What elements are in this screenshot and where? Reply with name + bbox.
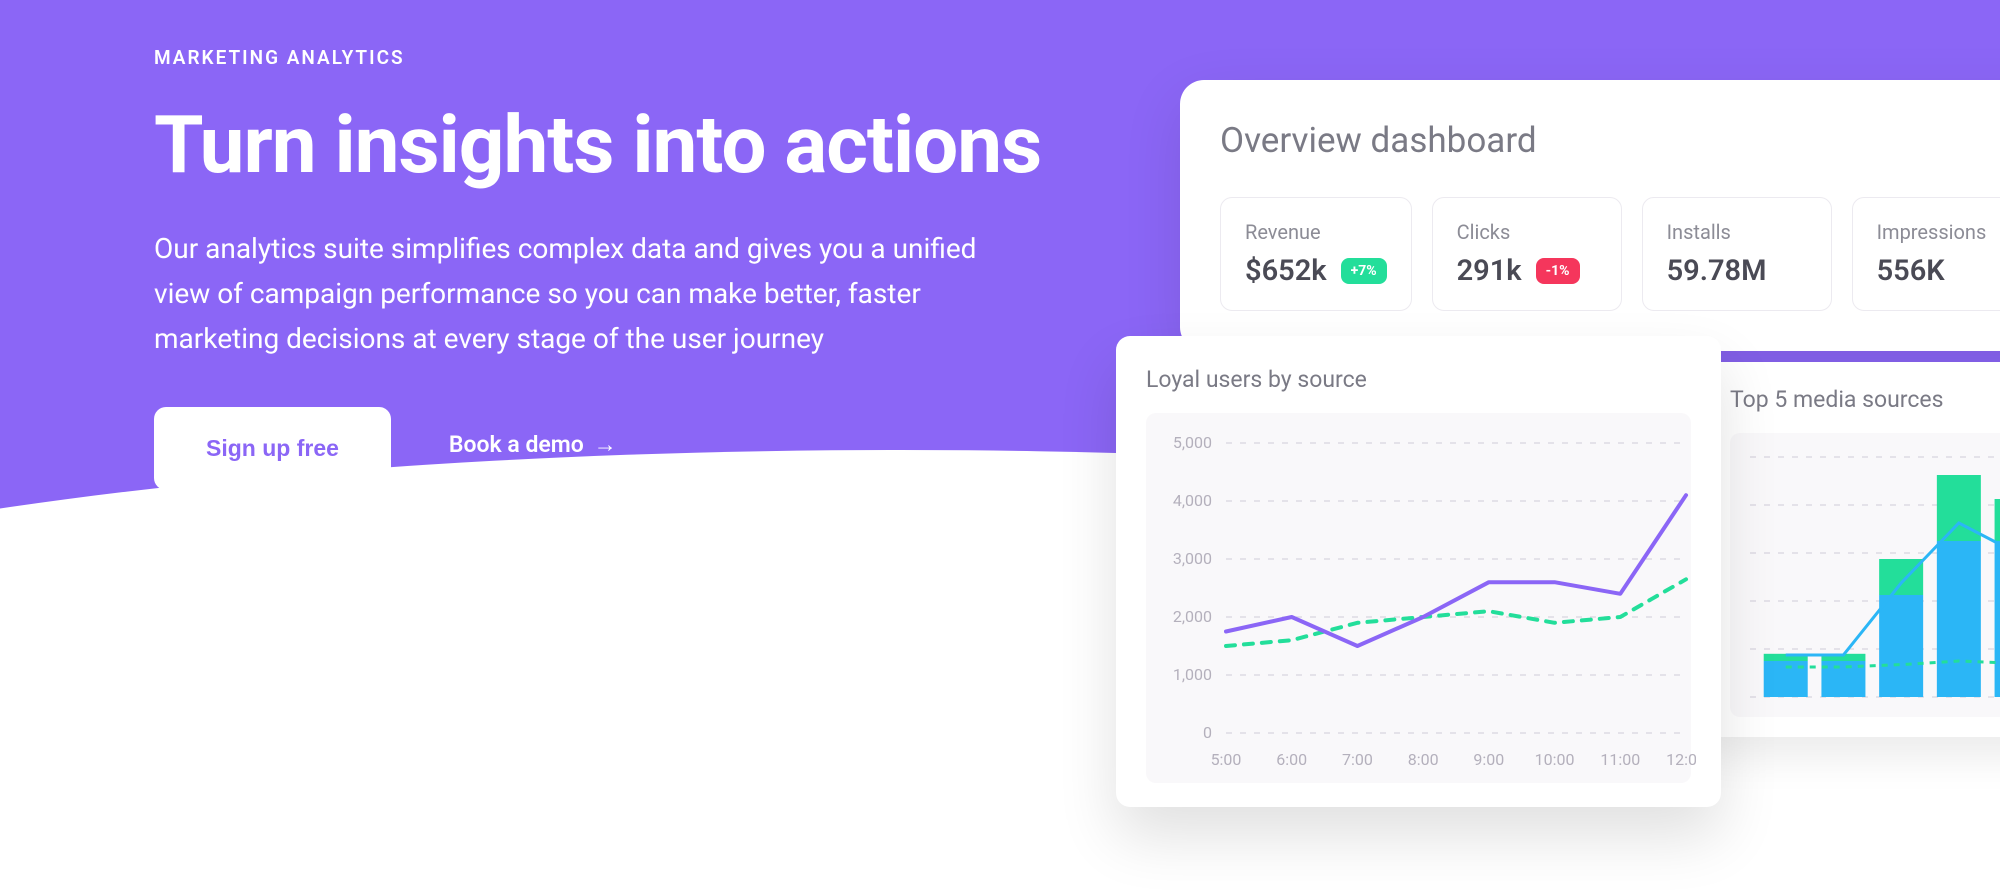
card-title: Loyal users by source	[1146, 366, 1691, 393]
svg-text:10:00: 10:00	[1535, 750, 1575, 769]
stat-label: Impressions	[1877, 220, 1997, 244]
svg-text:0: 0	[1203, 723, 1212, 742]
page-subhead: Our analytics suite simplifies complex d…	[154, 227, 1024, 361]
stat-card-installs: Installs 59.78M	[1642, 197, 1832, 311]
stat-value: $652k	[1245, 254, 1327, 288]
signup-free-button[interactable]: Sign up free	[154, 407, 391, 490]
overview-dashboard-card: Overview dashboard Revenue $652k +7% Cli…	[1180, 80, 2000, 351]
book-demo-label: Book a demo	[449, 431, 584, 458]
svg-text:3,000: 3,000	[1173, 549, 1212, 568]
card-title: Top 5 media sources	[1730, 386, 2000, 413]
svg-text:4,000: 4,000	[1173, 491, 1212, 510]
page-headline: Turn insights into actions	[154, 103, 1054, 187]
loyal-users-card: Loyal users by source 0 1,000 2,000 3,000 4,…	[1116, 336, 1721, 807]
bar-chart	[1730, 433, 2000, 717]
stat-value: 291k	[1457, 254, 1522, 288]
svg-text:2,000: 2,000	[1173, 607, 1212, 626]
line-chart-svg: 0 1,000 2,000 3,000 4,000 5,000 5:00 6:00 7:00 8:…	[1156, 433, 1696, 773]
stat-value: 556K	[1877, 254, 1945, 288]
svg-text:5:00: 5:00	[1211, 750, 1242, 769]
stat-label: Clicks	[1457, 220, 1597, 244]
svg-text:8:00: 8:00	[1408, 750, 1439, 769]
svg-text:5,000: 5,000	[1173, 433, 1212, 452]
svg-text:11:00: 11:00	[1600, 750, 1640, 769]
svg-text:6:00: 6:00	[1276, 750, 1307, 769]
stat-card-impressions: Impressions 556K	[1852, 197, 2000, 311]
stat-label: Revenue	[1245, 220, 1387, 244]
dashboard-title: Overview dashboard	[1220, 120, 2000, 161]
stat-card-clicks: Clicks 291k -1%	[1432, 197, 1622, 311]
stat-card-revenue: Revenue $652k +7%	[1220, 197, 1412, 311]
trend-up-badge: +7%	[1341, 258, 1387, 284]
cta-row: Sign up free Book a demo →	[154, 407, 1054, 490]
stat-label: Installs	[1667, 220, 1807, 244]
line-chart: 0 1,000 2,000 3,000 4,000 5,000 5:00 6:00 7:00 8:…	[1146, 413, 1691, 783]
bar-chart-svg	[1740, 447, 2000, 707]
arrow-right-icon: →	[594, 431, 617, 458]
hero-text-block: MARKETING ANALYTICS Turn insights into a…	[154, 46, 1054, 490]
trend-down-badge: -1%	[1536, 258, 1580, 284]
eyebrow-label: MARKETING ANALYTICS	[154, 46, 1054, 69]
stat-value: 59.78M	[1667, 254, 1767, 288]
top-media-sources-card: Top 5 media sources	[1700, 362, 2000, 737]
svg-text:9:00: 9:00	[1473, 750, 1504, 769]
book-demo-link[interactable]: Book a demo →	[449, 431, 617, 466]
stat-cards-row: Revenue $652k +7% Clicks 291k -1% Instal…	[1220, 197, 2000, 311]
svg-text:1,000: 1,000	[1173, 665, 1212, 684]
svg-text:12:00: 12:00	[1666, 750, 1696, 769]
svg-text:7:00: 7:00	[1342, 750, 1373, 769]
